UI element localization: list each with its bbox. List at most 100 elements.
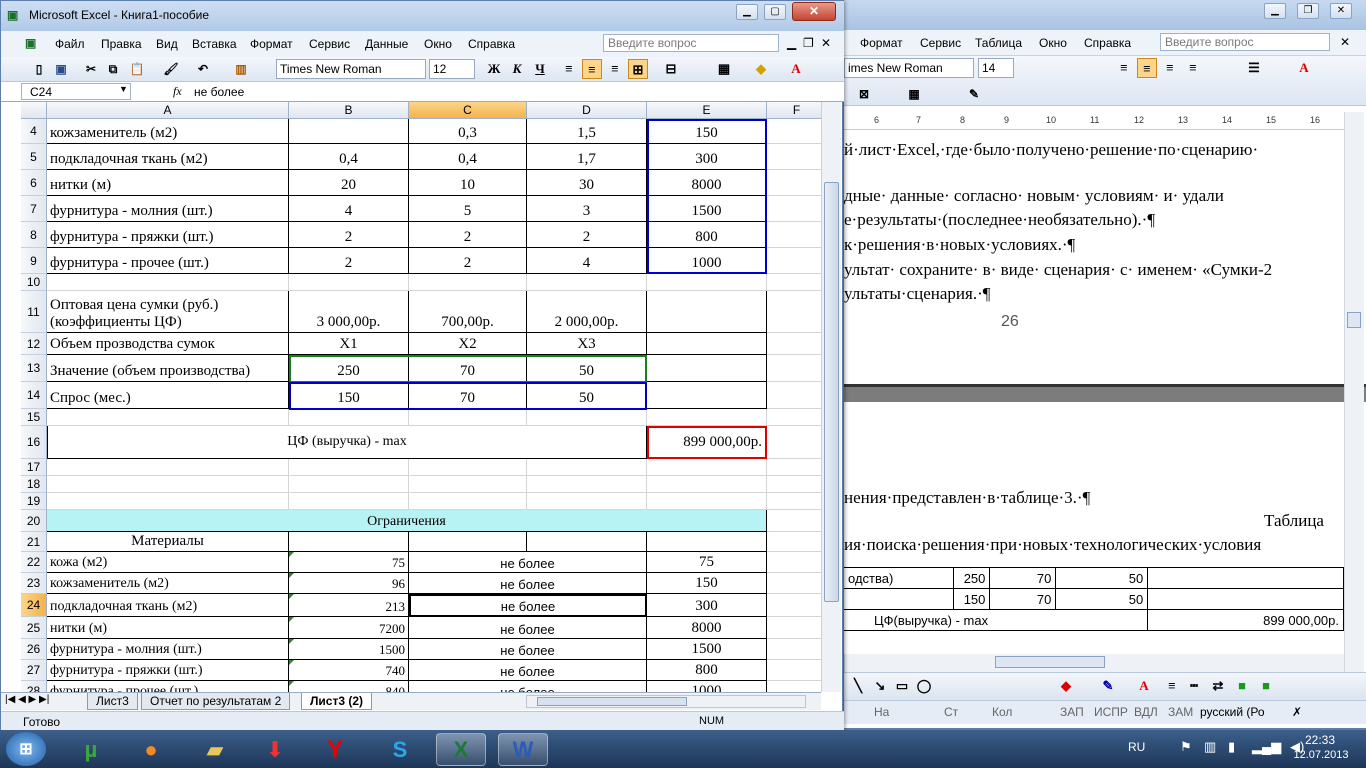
cell-B26[interactable]: 1500 bbox=[289, 639, 409, 660]
cell-E26[interactable]: 1500 bbox=[647, 639, 767, 660]
cell-C10[interactable] bbox=[409, 274, 527, 291]
battery-icon[interactable]: ▮ bbox=[1228, 739, 1235, 755]
menu-file[interactable]: Файл bbox=[55, 37, 85, 51]
clock-date[interactable]: 12.07.2013 bbox=[1290, 749, 1352, 761]
row-header[interactable]: 22 bbox=[21, 552, 47, 573]
row-header[interactable]: 7 bbox=[21, 196, 47, 222]
signal-icon[interactable]: ▂▄▆ bbox=[1252, 739, 1281, 755]
cell-B22[interactable]: 75 bbox=[289, 552, 409, 573]
cell-E15[interactable] bbox=[647, 409, 767, 426]
cell-C18[interactable] bbox=[409, 476, 527, 493]
list-icon[interactable]: ☰ bbox=[1244, 58, 1264, 78]
cell-C9[interactable]: 2 bbox=[409, 248, 527, 274]
row-header[interactable]: 16 bbox=[21, 426, 47, 459]
pencil-icon[interactable]: ✎ bbox=[964, 84, 984, 104]
cell-E5[interactable]: 300 bbox=[647, 144, 767, 170]
center-icon[interactable]: ≡ bbox=[1137, 58, 1157, 78]
close-icon[interactable]: ✕ bbox=[1330, 3, 1352, 19]
column-header[interactable]: F bbox=[767, 102, 821, 119]
doc-close-icon[interactable]: ✕ bbox=[821, 36, 831, 50]
cell-E16[interactable]: 899 000,00р. bbox=[647, 426, 767, 459]
font-size-select[interactable]: 12 bbox=[429, 59, 475, 79]
cell-C25[interactable]: не более bbox=[409, 617, 647, 639]
cell-C14[interactable]: 70 bbox=[409, 382, 527, 409]
borders-icon[interactable]: ▦ bbox=[714, 59, 734, 79]
cell-B11[interactable]: 3 000,00р. bbox=[289, 291, 409, 333]
cell-A28[interactable]: фурнитура - прочее (шт.) bbox=[47, 681, 289, 692]
row-header[interactable]: 10 bbox=[21, 274, 47, 291]
cell-E14[interactable] bbox=[647, 382, 767, 409]
font-select[interactable]: Times New Roman bbox=[276, 59, 426, 79]
cell-A5[interactable]: подкладочная ткань (м2) bbox=[47, 144, 289, 170]
cell-C19[interactable] bbox=[409, 493, 527, 510]
cell-E24[interactable]: 300 bbox=[647, 594, 767, 617]
cell-D9[interactable]: 4 bbox=[527, 248, 647, 274]
menu-format[interactable]: Формат bbox=[250, 37, 293, 51]
cell-F28[interactable] bbox=[767, 681, 821, 692]
format-painter-icon[interactable]: 🖌 bbox=[161, 59, 181, 79]
cell-A4[interactable]: кожзаменитель (м2) bbox=[47, 119, 289, 144]
cell-B4[interactable] bbox=[289, 119, 409, 144]
cell-E13[interactable] bbox=[647, 355, 767, 382]
cell-C15[interactable] bbox=[409, 409, 527, 426]
cell-D18[interactable] bbox=[527, 476, 647, 493]
sheet-tab[interactable]: Отчет по результатам 2 bbox=[141, 693, 291, 710]
cell-B28[interactable]: 840 bbox=[289, 681, 409, 692]
row-header[interactable]: 28 bbox=[21, 681, 47, 692]
cell-B21[interactable] bbox=[289, 532, 409, 552]
cell-F25[interactable] bbox=[767, 617, 821, 639]
cell-F19[interactable] bbox=[767, 493, 821, 510]
cell-D19[interactable] bbox=[527, 493, 647, 510]
menu-help[interactable]: Справка bbox=[468, 37, 515, 51]
word-ask-input[interactable]: Введите вопрос bbox=[1160, 33, 1330, 51]
underline-button[interactable]: Ч bbox=[530, 59, 550, 79]
line-icon[interactable]: ╲ bbox=[848, 676, 868, 696]
bold-button[interactable]: Ж bbox=[484, 59, 504, 79]
column-header[interactable]: E bbox=[647, 102, 767, 119]
cell-F15[interactable] bbox=[767, 409, 821, 426]
cell-D12[interactable]: X3 bbox=[527, 333, 647, 355]
restore-icon[interactable]: ❐ bbox=[1297, 3, 1319, 19]
cell-E10[interactable] bbox=[647, 274, 767, 291]
ask-question-input[interactable]: Введите вопрос bbox=[603, 34, 779, 52]
cell-B18[interactable] bbox=[289, 476, 409, 493]
cell-B17[interactable] bbox=[289, 459, 409, 476]
cell-F13[interactable] bbox=[767, 355, 821, 382]
italic-button[interactable]: К bbox=[507, 59, 527, 79]
arrow-style-icon[interactable]: ⇄ bbox=[1208, 676, 1228, 696]
table-tool-icon[interactable]: ▦ bbox=[904, 84, 924, 104]
save-icon[interactable]: ▣ bbox=[51, 59, 71, 79]
cell-A27[interactable]: фурнитура - пряжки (шт.) bbox=[47, 660, 289, 681]
cell-C5[interactable]: 0,4 bbox=[409, 144, 527, 170]
cell-F5[interactable] bbox=[767, 144, 821, 170]
cell-E4[interactable]: 150 bbox=[647, 119, 767, 144]
line-style-icon[interactable]: ≡ bbox=[1162, 676, 1182, 696]
cell-D15[interactable] bbox=[527, 409, 647, 426]
cell-A10[interactable] bbox=[47, 274, 289, 291]
align-right-icon[interactable]: ≡ bbox=[1160, 58, 1180, 78]
formula-input[interactable]: не более bbox=[194, 85, 244, 99]
cell-F24[interactable] bbox=[767, 594, 821, 617]
row-header[interactable]: 19 bbox=[21, 493, 47, 510]
row-header[interactable]: 9 bbox=[21, 248, 47, 274]
cell-C13[interactable]: 70 bbox=[409, 355, 527, 382]
cell-D7[interactable]: 3 bbox=[527, 196, 647, 222]
column-header[interactable]: B bbox=[289, 102, 409, 119]
cell-E7[interactable]: 1500 bbox=[647, 196, 767, 222]
word-menu-service[interactable]: Сервис bbox=[920, 36, 961, 50]
cell-B9[interactable]: 2 bbox=[289, 248, 409, 274]
shadow-icon[interactable]: ■ bbox=[1232, 676, 1252, 696]
row-header[interactable]: 12 bbox=[21, 333, 47, 355]
cell-E28[interactable]: 1000 bbox=[647, 681, 767, 692]
cell-F27[interactable] bbox=[767, 660, 821, 681]
cell-E22[interactable]: 75 bbox=[647, 552, 767, 573]
cell-D4[interactable]: 1,5 bbox=[527, 119, 647, 144]
row-header[interactable]: 21 bbox=[21, 532, 47, 552]
row-header[interactable]: 27 bbox=[21, 660, 47, 681]
cell-D17[interactable] bbox=[527, 459, 647, 476]
paste-icon[interactable]: 📋 bbox=[127, 59, 147, 79]
row-header[interactable]: 11 bbox=[21, 291, 47, 333]
cell-A12[interactable]: Объем прозводства сумок bbox=[47, 333, 289, 355]
cell-D11[interactable]: 2 000,00р. bbox=[527, 291, 647, 333]
cell-F7[interactable] bbox=[767, 196, 821, 222]
